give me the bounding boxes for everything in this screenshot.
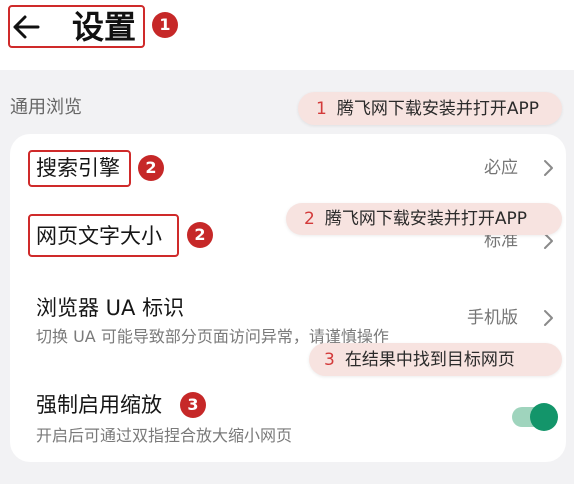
callout-text: 腾飞网下载安装并打开APP	[324, 209, 527, 229]
setting-row-force-zoom: 强制启用缩放 3 开启后可通过双指捏合放大缩小网页	[10, 368, 566, 462]
step-callout: 2 腾飞网下载安装并打开APP	[286, 203, 562, 235]
step-badge: 1	[152, 12, 178, 38]
callout-text: 腾飞网下载安装并打开APP	[336, 98, 539, 119]
step-badge: 2	[138, 155, 164, 181]
annotation-box-title	[8, 5, 145, 48]
setting-title: 网页文字大小	[36, 224, 162, 248]
setting-title: 强制启用缩放	[36, 393, 162, 417]
setting-value: 手机版	[467, 308, 518, 328]
step-badge: 3	[180, 392, 206, 418]
callout-number: 2	[304, 209, 315, 229]
callout-text: 在结果中找到目标网页	[344, 349, 515, 370]
callout-number: 3	[324, 349, 335, 370]
step-callout: 1 腾飞网下载安装并打开APP	[298, 92, 562, 125]
step-callout: 3 在结果中找到目标网页	[309, 343, 562, 376]
settings-card: 搜索引擎 2 必应 网页文字大小 2 标准 浏览器 UA 标识 切换 UA 可能…	[10, 134, 566, 462]
setting-title: 浏览器 UA 标识	[36, 296, 185, 320]
top-bar: 设置 1	[0, 0, 574, 70]
toggle-knob	[530, 403, 558, 431]
callout-number: 1	[316, 98, 327, 119]
setting-row-search-engine[interactable]: 搜索引擎 2 必应	[10, 134, 566, 206]
step-badge: 2	[187, 222, 213, 248]
section-label: 通用浏览	[10, 97, 82, 118]
chevron-right-icon	[544, 160, 553, 176]
force-zoom-toggle[interactable]	[512, 403, 558, 431]
setting-title: 搜索引擎	[36, 156, 120, 180]
setting-value: 必应	[484, 158, 518, 178]
setting-description: 开启后可通过双指捏合放大缩小网页	[36, 426, 293, 445]
chevron-right-icon	[544, 310, 553, 326]
